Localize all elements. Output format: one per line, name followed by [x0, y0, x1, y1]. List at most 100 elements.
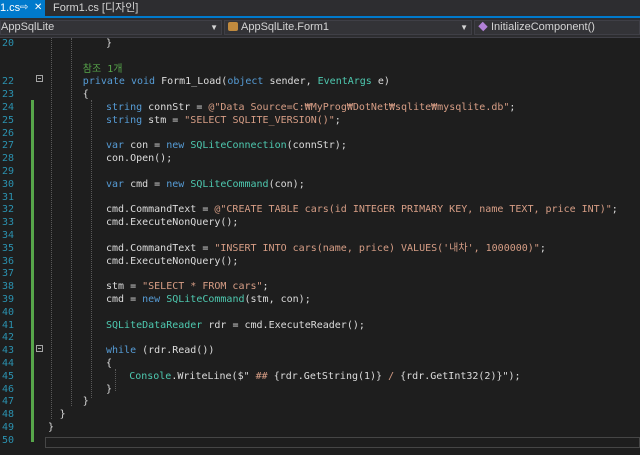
- project-dropdown[interactable]: AppSqlLite ▼: [0, 20, 222, 35]
- code-token: ;: [509, 102, 516, 113]
- code-line[interactable]: 43 while (rdr.Read()): [0, 345, 640, 358]
- code-text: var cmd = new SQLiteCommand(con);: [106, 179, 305, 192]
- code-line[interactable]: 38 stm = "SELECT * FROM cars";: [0, 281, 640, 294]
- line-number: 49: [1, 422, 14, 433]
- code-text: con.Open();: [106, 153, 172, 166]
- code-text: }: [83, 396, 89, 409]
- code-line[interactable]: 23 {: [0, 89, 640, 102]
- line-number: 27: [1, 140, 14, 152]
- code-token: }: [106, 383, 113, 395]
- code-line[interactable]: 32 cmd.CommandText = @"CREATE TABLE cars(…: [0, 204, 640, 217]
- line-number: 50: [1, 434, 14, 446]
- code-token: ;: [539, 242, 546, 254]
- line-number: 46: [1, 383, 14, 395]
- code-text: }: [60, 409, 66, 422]
- code-token: cmd.CommandText =: [106, 204, 215, 216]
- code-text: string connStr = @"Data Source=C:₩MyProg…: [106, 102, 515, 115]
- code-line[interactable]: [0, 51, 640, 64]
- code-editor[interactable]: 20} 참조 1개 22 private void Form1_Load(object…: [0, 38, 640, 455]
- code-line[interactable]: 39 cmd = new SQLiteCommand(stm, con);: [0, 294, 640, 307]
- pin-icon[interactable]: ⇨: [20, 0, 28, 16]
- tab-form1-cs[interactable]: 1.cs ⇨ ✕: [0, 0, 45, 16]
- line-number: 30: [1, 178, 14, 190]
- code-line[interactable]: 34: [0, 230, 640, 243]
- code-line[interactable]: 25 string stm = "SELECT SQLITE_VERSION()"…: [0, 115, 640, 128]
- code-token: /: [388, 370, 401, 382]
- code-token: (rdr.Read()): [142, 345, 215, 357]
- line-number: 48: [1, 409, 14, 421]
- code-line[interactable]: 44 {: [0, 358, 640, 371]
- code-token: "SELECT SQLITE_VERSION()": [184, 114, 335, 126]
- code-text: cmd = new SQLiteCommand(stm, con);: [106, 294, 311, 307]
- code-text: }: [106, 38, 112, 51]
- code-token: @"CREATE TABLE cars(id INTEGER PRIMARY K…: [214, 204, 612, 216]
- line-number: 42: [1, 332, 14, 344]
- code-token: string: [106, 102, 149, 113]
- code-line[interactable]: 31: [0, 192, 640, 205]
- code-line[interactable]: 24 string connStr = @"Data Source=C:₩MyPr…: [0, 102, 640, 115]
- line-number: 45: [1, 370, 14, 382]
- code-line[interactable]: 37: [0, 268, 640, 281]
- code-token: "INSERT INTO cars(name, price) VALUES('내…: [214, 242, 540, 254]
- code-token: ##: [255, 370, 274, 382]
- code-line[interactable]: 30 var cmd = new SQLiteCommand(con);: [0, 179, 640, 192]
- code-token: (connStr);: [286, 140, 347, 152]
- code-text: cmd.CommandText = @"CREATE TABLE cars(id…: [106, 204, 618, 217]
- code-line[interactable]: 27 var con = new SQLiteConnection(connStr…: [0, 140, 640, 153]
- code-line[interactable]: 35 cmd.CommandText = "INSERT INTO cars(na…: [0, 243, 640, 256]
- code-token: Console: [129, 370, 172, 382]
- code-text: cmd.CommandText = "INSERT INTO cars(name…: [106, 243, 546, 256]
- code-token: while: [106, 345, 143, 357]
- code-line[interactable]: 28 con.Open();: [0, 153, 640, 166]
- code-token: (stm, con);: [244, 294, 311, 305]
- code-text: cmd.ExecuteNonQuery();: [106, 217, 238, 230]
- project-name: AppSqlLite: [1, 21, 55, 33]
- code-token: stm =: [148, 114, 185, 126]
- line-number: 47: [1, 396, 14, 408]
- code-line[interactable]: 49}: [0, 422, 640, 435]
- code-line[interactable]: 48}: [0, 409, 640, 422]
- code-token: var: [106, 178, 131, 190]
- code-token: object: [227, 76, 270, 88]
- line-number: 39: [1, 294, 14, 305]
- code-token: {rdr.GetInt32(2)}");: [400, 370, 521, 382]
- code-line[interactable]: 33 cmd.ExecuteNonQuery();: [0, 217, 640, 230]
- code-line[interactable]: 40: [0, 307, 640, 320]
- code-line[interactable]: 22 private void Form1_Load(object sender,…: [0, 76, 640, 89]
- code-line[interactable]: 42: [0, 332, 640, 345]
- code-text: stm = "SELECT * FROM cars";: [106, 281, 269, 294]
- current-line-highlight: [45, 437, 640, 448]
- code-line[interactable]: 20}: [0, 38, 640, 51]
- member-dropdown[interactable]: InitializeComponent(): [474, 20, 640, 35]
- code-line[interactable]: 47}: [0, 396, 640, 409]
- code-token: .WriteLine($": [171, 370, 256, 382]
- code-line[interactable]: 36 cmd.ExecuteNonQuery();: [0, 256, 640, 269]
- line-number: 31: [1, 191, 14, 203]
- code-line[interactable]: 26: [0, 128, 640, 141]
- method-icon: [478, 21, 488, 32]
- code-line[interactable]: 45 Console.WriteLine($" ## {rdr.GetString…: [0, 371, 640, 384]
- tab-form1-designer[interactable]: Form1.cs [디자인]: [53, 0, 138, 16]
- code-line[interactable]: 참조 1개: [0, 64, 640, 77]
- class-dropdown[interactable]: AppSqlLite.Form1 ▼: [224, 20, 472, 35]
- code-token: {: [106, 358, 113, 369]
- line-number: 43: [1, 345, 14, 357]
- code-token: con.Open();: [106, 153, 173, 165]
- code-line[interactable]: 41 SQLiteDataReader rdr = cmd.ExecuteRead…: [0, 320, 640, 333]
- code-text: {: [106, 358, 112, 371]
- close-icon[interactable]: ✕: [34, 0, 42, 16]
- code-token: void: [130, 76, 162, 88]
- code-line[interactable]: 46}: [0, 384, 640, 397]
- code-token: string: [106, 114, 149, 126]
- code-text: cmd.ExecuteNonQuery();: [106, 256, 238, 269]
- code-token: {rdr.GetString(1)}: [273, 370, 389, 382]
- code-text: private void Form1_Load(object sender, E…: [83, 76, 390, 89]
- code-token: ;: [262, 281, 269, 293]
- code-token: @"Data Source=C:₩MyProg₩DotNet₩sqlite₩my…: [208, 102, 510, 113]
- code-text: SQLiteDataReader rdr = cmd.ExecuteReader…: [106, 320, 365, 333]
- code-line[interactable]: 29: [0, 166, 640, 179]
- code-text: {: [83, 89, 89, 102]
- line-number: 37: [1, 268, 14, 280]
- document-tab-bar: 1.cs ⇨ ✕ Form1.cs [디자인]: [0, 0, 640, 18]
- code-token: EventArgs: [317, 76, 378, 88]
